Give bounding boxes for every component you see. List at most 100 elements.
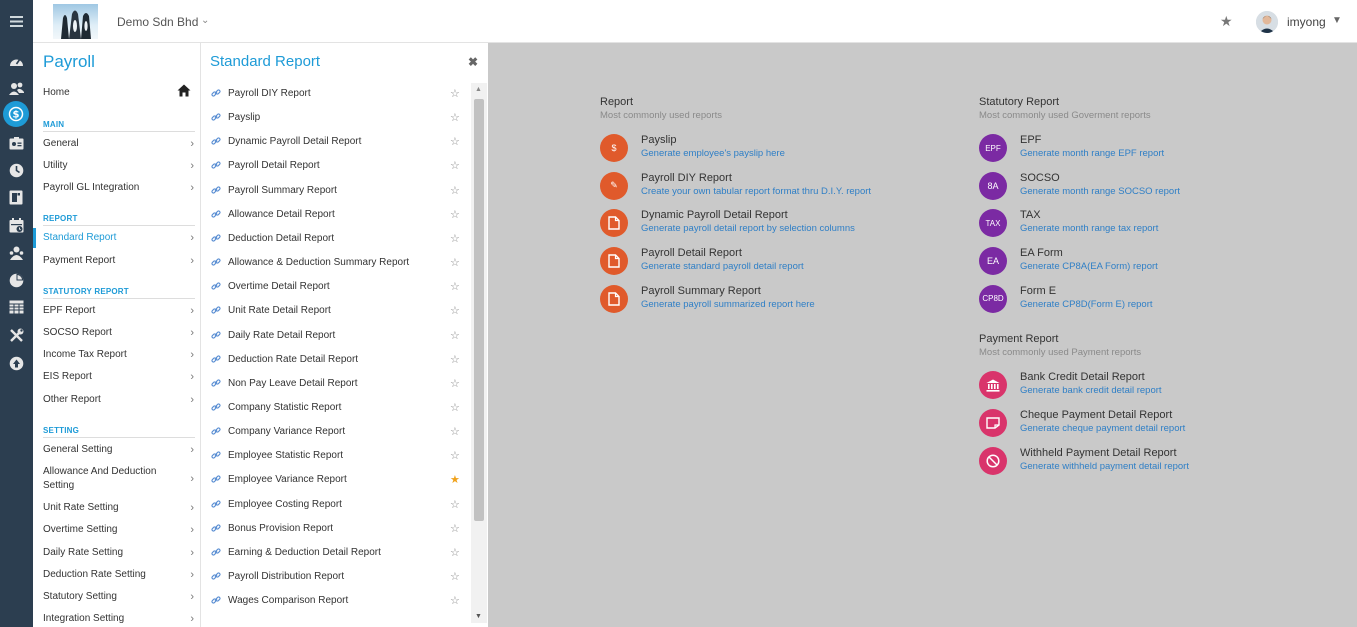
company-name[interactable]: Demo Sdn Bhd [117,15,198,29]
report-card-title[interactable]: Cheque Payment Detail Report [1020,409,1172,421]
report-list-item[interactable]: Company Variance Report ☆ [211,425,461,439]
nav-item-daily-rate-setting[interactable]: Daily Rate Setting › [43,546,194,560]
home-icon[interactable] [177,84,191,98]
people-icon[interactable] [6,243,26,263]
nav-item-income-tax-report[interactable]: Income Tax Report › [43,348,194,362]
report-card[interactable]: EA EA Form Generate CP8A(EA Form) report [979,247,1299,281]
report-card-link[interactable]: Generate month range SOCSO report [1020,186,1180,197]
star-outline-icon[interactable]: ☆ [450,546,460,560]
report-list-item[interactable]: Payroll Distribution Report ☆ [211,570,461,584]
report-card-link[interactable]: Generate payroll summarized report here [641,299,815,310]
report-card-title[interactable]: TAX [1020,209,1041,221]
report-card-link[interactable]: Generate withheld payment detail report [1020,461,1189,472]
star-outline-icon[interactable]: ☆ [450,256,460,270]
report-card-link[interactable]: Create your own tabular report format th… [641,186,871,197]
report-card-title[interactable]: Bank Credit Detail Report [1020,371,1145,383]
star-outline-icon[interactable]: ☆ [450,232,460,246]
report-list-item[interactable]: Payroll Detail Report ☆ [211,159,461,173]
report-card-link[interactable]: Generate payroll detail report by select… [641,223,855,234]
tools-icon[interactable] [6,325,26,345]
report-card-link[interactable]: Generate bank credit detail report [1020,385,1162,396]
users-icon[interactable] [6,78,26,98]
star-outline-icon[interactable]: ☆ [450,159,460,173]
id-card-icon[interactable] [6,133,26,153]
report-list-item[interactable]: Employee Statistic Report ☆ [211,449,461,463]
report-card-title[interactable]: SOCSO [1020,172,1060,184]
nav-item-statutory-setting[interactable]: Statutory Setting › [43,590,194,604]
report-list-item[interactable]: Allowance & Deduction Summary Report ☆ [211,256,461,270]
report-card-link[interactable]: Generate CP8D(Form E) report [1020,299,1153,310]
star-outline-icon[interactable]: ☆ [450,184,460,198]
close-icon[interactable]: ✖ [468,55,478,69]
nav-item-payment-report[interactable]: Payment Report › [43,254,194,268]
report-list-item[interactable]: Bonus Provision Report ☆ [211,522,461,536]
report-list-item[interactable]: Payroll DIY Report ☆ [211,87,461,101]
table-icon[interactable] [6,297,26,317]
report-list-item[interactable]: Daily Rate Detail Report ☆ [211,329,461,343]
star-filled-icon[interactable]: ★ [450,473,460,487]
report-card[interactable]: TAX TAX Generate month range tax report [979,209,1299,243]
scroll-down-arrow-icon[interactable]: ▼ [475,613,482,620]
chevron-down-icon[interactable]: ⌄ [201,15,209,26]
favourites-star-icon[interactable]: ★ [1220,13,1233,30]
star-outline-icon[interactable]: ☆ [450,425,460,439]
star-outline-icon[interactable]: ☆ [450,87,460,101]
report-card-title[interactable]: Withheld Payment Detail Report [1020,447,1177,459]
nav-item-standard-report[interactable]: Standard Report › [43,231,194,245]
checklist-icon[interactable] [6,187,26,207]
report-list-item[interactable]: Employee Costing Report ☆ [211,498,461,512]
scrollbar[interactable]: ▲ ▼ [471,83,487,623]
nav-item-general[interactable]: General › [43,137,194,151]
pie-chart-icon[interactable] [6,270,26,290]
star-outline-icon[interactable]: ☆ [450,498,460,512]
nav-item-socso-report[interactable]: SOCSO Report › [43,326,194,340]
caret-down-icon[interactable]: ▼ [1332,15,1342,26]
star-outline-icon[interactable]: ☆ [450,522,460,536]
report-card-link[interactable]: Generate cheque payment detail report [1020,423,1185,434]
nav-item-utility[interactable]: Utility › [43,159,194,173]
username[interactable]: imyong [1287,15,1326,29]
report-card-title[interactable]: EA Form [1020,247,1063,259]
nav-item-deduction-rate-setting[interactable]: Deduction Rate Setting › [43,568,194,582]
avatar[interactable] [1256,11,1278,33]
report-card-link[interactable]: Generate CP8A(EA Form) report [1020,261,1158,272]
report-card[interactable]: 8A SOCSO Generate month range SOCSO report [979,171,1299,206]
report-list-item[interactable]: Unit Rate Detail Report ☆ [211,304,461,318]
nav-item-general-setting[interactable]: General Setting › [43,443,194,457]
star-outline-icon[interactable]: ☆ [450,570,460,584]
report-card-title[interactable]: Payslip [641,134,676,146]
report-card[interactable]: Cheque Payment Detail Report Generate che… [979,409,1299,443]
report-list-item[interactable]: Deduction Rate Detail Report ☆ [211,353,461,367]
nav-item-home[interactable]: Home [43,87,70,98]
report-list-item[interactable]: Employee Variance Report ★ [211,473,461,487]
arrow-up-circle-icon[interactable] [6,353,26,373]
dashboard-icon[interactable] [6,51,26,71]
report-card-title[interactable]: EPF [1020,134,1041,146]
report-card[interactable]: ✎ Payroll DIY Report Create your own tabul… [600,171,920,206]
clock-icon[interactable] [6,160,26,180]
scrollbar-thumb[interactable] [474,99,484,521]
nav-item-integration-setting[interactable]: Integration Setting › [43,612,194,626]
calendar-icon[interactable] [6,215,26,235]
report-card-link[interactable]: Generate standard payroll detail report [641,261,804,272]
star-outline-icon[interactable]: ☆ [450,304,460,318]
report-card-link[interactable]: Generate employee's payslip here [641,148,785,159]
star-outline-icon[interactable]: ☆ [450,135,460,149]
nav-item-allowance-deduction-setting[interactable]: Allowance And Deduction Setting › [43,465,194,493]
report-card[interactable]: Payroll Summary Report Generate payroll s… [600,284,920,319]
star-outline-icon[interactable]: ☆ [450,401,460,415]
star-outline-icon[interactable]: ☆ [450,280,460,294]
report-card-link[interactable]: Generate month range EPF report [1020,148,1164,159]
report-list-item[interactable]: Non Pay Leave Detail Report ☆ [211,377,461,391]
report-card[interactable]: Bank Credit Detail Report Generate bank c… [979,371,1299,405]
nav-item-other-report[interactable]: Other Report › [43,393,194,407]
report-list-item[interactable]: Allowance Detail Report ☆ [211,208,461,222]
report-list-item[interactable]: Overtime Detail Report ☆ [211,280,461,294]
payroll-icon[interactable]: $ [3,101,29,127]
report-card[interactable]: Payroll Detail Report Generate standard p… [600,247,920,281]
nav-item-unit-rate-setting[interactable]: Unit Rate Setting › [43,501,194,515]
report-card[interactable]: CP8D Form E Generate CP8D(Form E) report [979,284,1299,319]
report-card-title[interactable]: Dynamic Payroll Detail Report [641,209,788,221]
report-card-title[interactable]: Payroll Summary Report [641,285,761,297]
star-outline-icon[interactable]: ☆ [450,111,460,125]
